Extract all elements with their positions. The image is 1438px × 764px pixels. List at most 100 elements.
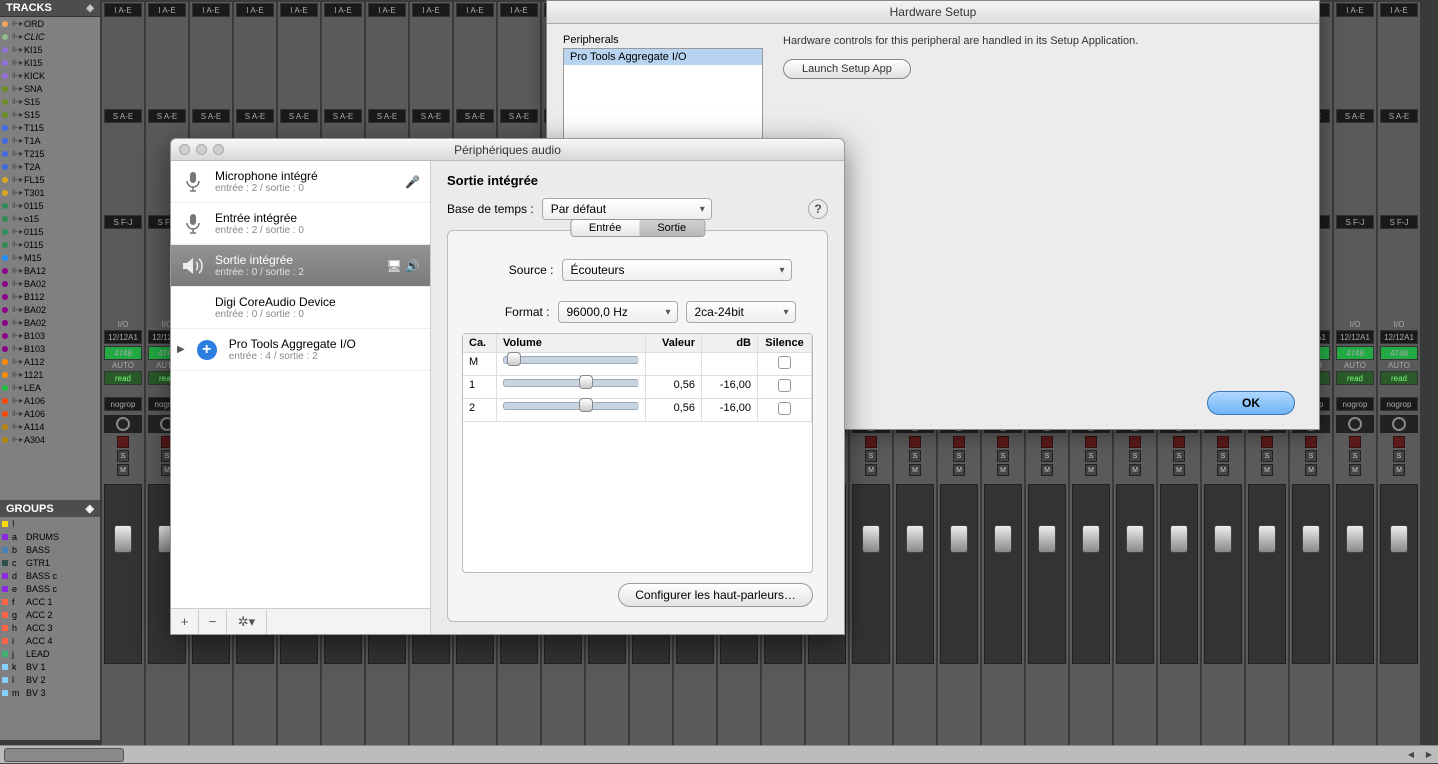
insert-slot[interactable]: I A-E (236, 3, 274, 17)
record-button[interactable] (1393, 436, 1405, 448)
fader-knob[interactable] (994, 525, 1012, 553)
fader-knob[interactable] (114, 525, 132, 553)
track-row[interactable]: ⊩▸ KICK (0, 69, 100, 82)
solo-button[interactable]: S (997, 450, 1009, 462)
group-row[interactable]: l BV 2 (0, 673, 100, 686)
send-slot[interactable]: S A-E (148, 109, 186, 123)
fader-track[interactable] (852, 484, 890, 664)
audio-devices-titlebar[interactable]: Périphériques audio (171, 139, 844, 161)
source-select[interactable]: Écouteurs (562, 259, 792, 281)
volume-slider[interactable] (503, 379, 639, 387)
fader-track[interactable] (1204, 484, 1242, 664)
fader-knob[interactable] (1390, 525, 1408, 553)
track-row[interactable]: ⊩▸ T215 (0, 147, 100, 160)
solo-button[interactable]: S (1349, 450, 1361, 462)
track-row[interactable]: ⊩▸ KI15 (0, 43, 100, 56)
record-button[interactable] (1349, 436, 1361, 448)
fader-track[interactable] (104, 484, 142, 664)
record-button[interactable] (1085, 436, 1097, 448)
send-slot[interactable]: S A-E (104, 109, 142, 123)
track-row[interactable]: ⊩▸ A112 (0, 355, 100, 368)
send-slot[interactable]: S A-E (1336, 109, 1374, 123)
gear-menu-button[interactable]: ✲▾ (227, 610, 267, 634)
track-arrow-icon[interactable]: ⊩▸ (12, 97, 20, 106)
solo-button[interactable]: S (1393, 450, 1405, 462)
record-button[interactable] (865, 436, 877, 448)
send-slot[interactable]: S A-E (192, 109, 230, 123)
group-row[interactable]: c GTR1 (0, 556, 100, 569)
record-button[interactable] (1217, 436, 1229, 448)
automation-mode[interactable]: read (104, 371, 142, 385)
send-slot[interactable]: S A-E (456, 109, 494, 123)
tab-output[interactable]: Sortie (639, 220, 704, 236)
help-button[interactable]: ? (808, 199, 828, 219)
track-arrow-icon[interactable]: ⊩▸ (12, 331, 20, 340)
group-row[interactable]: b BASS (0, 543, 100, 556)
track-row[interactable]: ⊩▸ SNA (0, 82, 100, 95)
group-row[interactable]: ! (0, 517, 100, 530)
mute-checkbox[interactable] (778, 402, 791, 415)
mute-button[interactable]: M (997, 464, 1009, 476)
group-row[interactable]: d BASS c (0, 569, 100, 582)
mute-button[interactable]: M (117, 464, 129, 476)
track-arrow-icon[interactable]: ⊩▸ (12, 279, 20, 288)
track-row[interactable]: ⊩▸ A304 (0, 433, 100, 446)
track-row[interactable]: ⊩▸ B103 (0, 342, 100, 355)
solo-button[interactable]: S (1261, 450, 1273, 462)
track-arrow-icon[interactable]: ⊩▸ (12, 435, 20, 444)
fader-knob[interactable] (1038, 525, 1056, 553)
group-assign[interactable]: nogrop (1336, 397, 1374, 411)
track-arrow-icon[interactable]: ⊩▸ (12, 188, 20, 197)
solo-button[interactable]: S (1041, 450, 1053, 462)
track-arrow-icon[interactable]: ⊩▸ (12, 227, 20, 236)
scrollbar-thumb[interactable] (4, 748, 124, 762)
group-row[interactable]: i ACC 4 (0, 634, 100, 647)
track-arrow-icon[interactable]: ⊩▸ (12, 318, 20, 327)
mute-button[interactable]: M (909, 464, 921, 476)
track-row[interactable]: ⊩▸ 0115 (0, 199, 100, 212)
fader-track[interactable] (1248, 484, 1286, 664)
track-row[interactable]: ⊩▸ M15 (0, 251, 100, 264)
ok-button[interactable]: OK (1207, 391, 1295, 415)
chevron-down-icon[interactable]: ◈ (86, 3, 94, 14)
record-button[interactable] (1305, 436, 1317, 448)
fader-knob[interactable] (1214, 525, 1232, 553)
track-row[interactable]: ⊩▸ T1A (0, 134, 100, 147)
send-slot[interactable]: S A-E (368, 109, 406, 123)
solo-button[interactable]: S (953, 450, 965, 462)
fader-track[interactable] (940, 484, 978, 664)
fader-track[interactable] (1336, 484, 1374, 664)
disclosure-triangle-icon[interactable]: ▶ (177, 344, 185, 355)
value-cell[interactable]: 0,56 (646, 399, 702, 421)
device-item[interactable]: Digi CoreAudio Device entrée : 0 / sorti… (171, 287, 430, 329)
fader-track[interactable] (1116, 484, 1154, 664)
send-slot-2[interactable]: S F-J (1380, 215, 1418, 229)
track-arrow-icon[interactable]: ⊩▸ (12, 422, 20, 431)
insert-slot[interactable]: I A-E (1336, 3, 1374, 17)
device-item[interactable]: ▶ + Pro Tools Aggregate I/O entrée : 4 /… (171, 329, 430, 371)
send-slot-2[interactable]: S F-J (104, 215, 142, 229)
track-row[interactable]: ⊩▸ o15 (0, 212, 100, 225)
launch-setup-app-button[interactable]: Launch Setup App (783, 59, 911, 79)
track-row[interactable]: ⊩▸ A106 (0, 394, 100, 407)
fader-knob[interactable] (1302, 525, 1320, 553)
volume-slider[interactable] (503, 402, 639, 410)
fader-knob[interactable] (1346, 525, 1364, 553)
record-button[interactable] (1261, 436, 1273, 448)
fader-track[interactable] (1160, 484, 1198, 664)
record-button[interactable] (997, 436, 1009, 448)
fader-knob[interactable] (1170, 525, 1188, 553)
scroll-left-icon[interactable]: ◀ (1402, 746, 1420, 764)
record-button[interactable] (117, 436, 129, 448)
track-row[interactable]: ⊩▸ CLIC (0, 30, 100, 43)
device-item[interactable]: Sortie intégrée entrée : 0 / sortie : 2 … (171, 245, 430, 287)
fader-knob[interactable] (906, 525, 924, 553)
track-row[interactable]: ⊩▸ A114 (0, 420, 100, 433)
device-item[interactable]: Microphone intégré entrée : 2 / sortie :… (171, 161, 430, 203)
format-bits-select[interactable]: 2ca-24bit (686, 301, 796, 323)
slider-thumb[interactable] (507, 352, 521, 366)
horizontal-scrollbar[interactable]: ◀ ▶ (0, 745, 1438, 763)
mute-checkbox[interactable] (778, 379, 791, 392)
track-row[interactable]: ⊩▸ BA02 (0, 303, 100, 316)
mute-button[interactable]: M (1129, 464, 1141, 476)
